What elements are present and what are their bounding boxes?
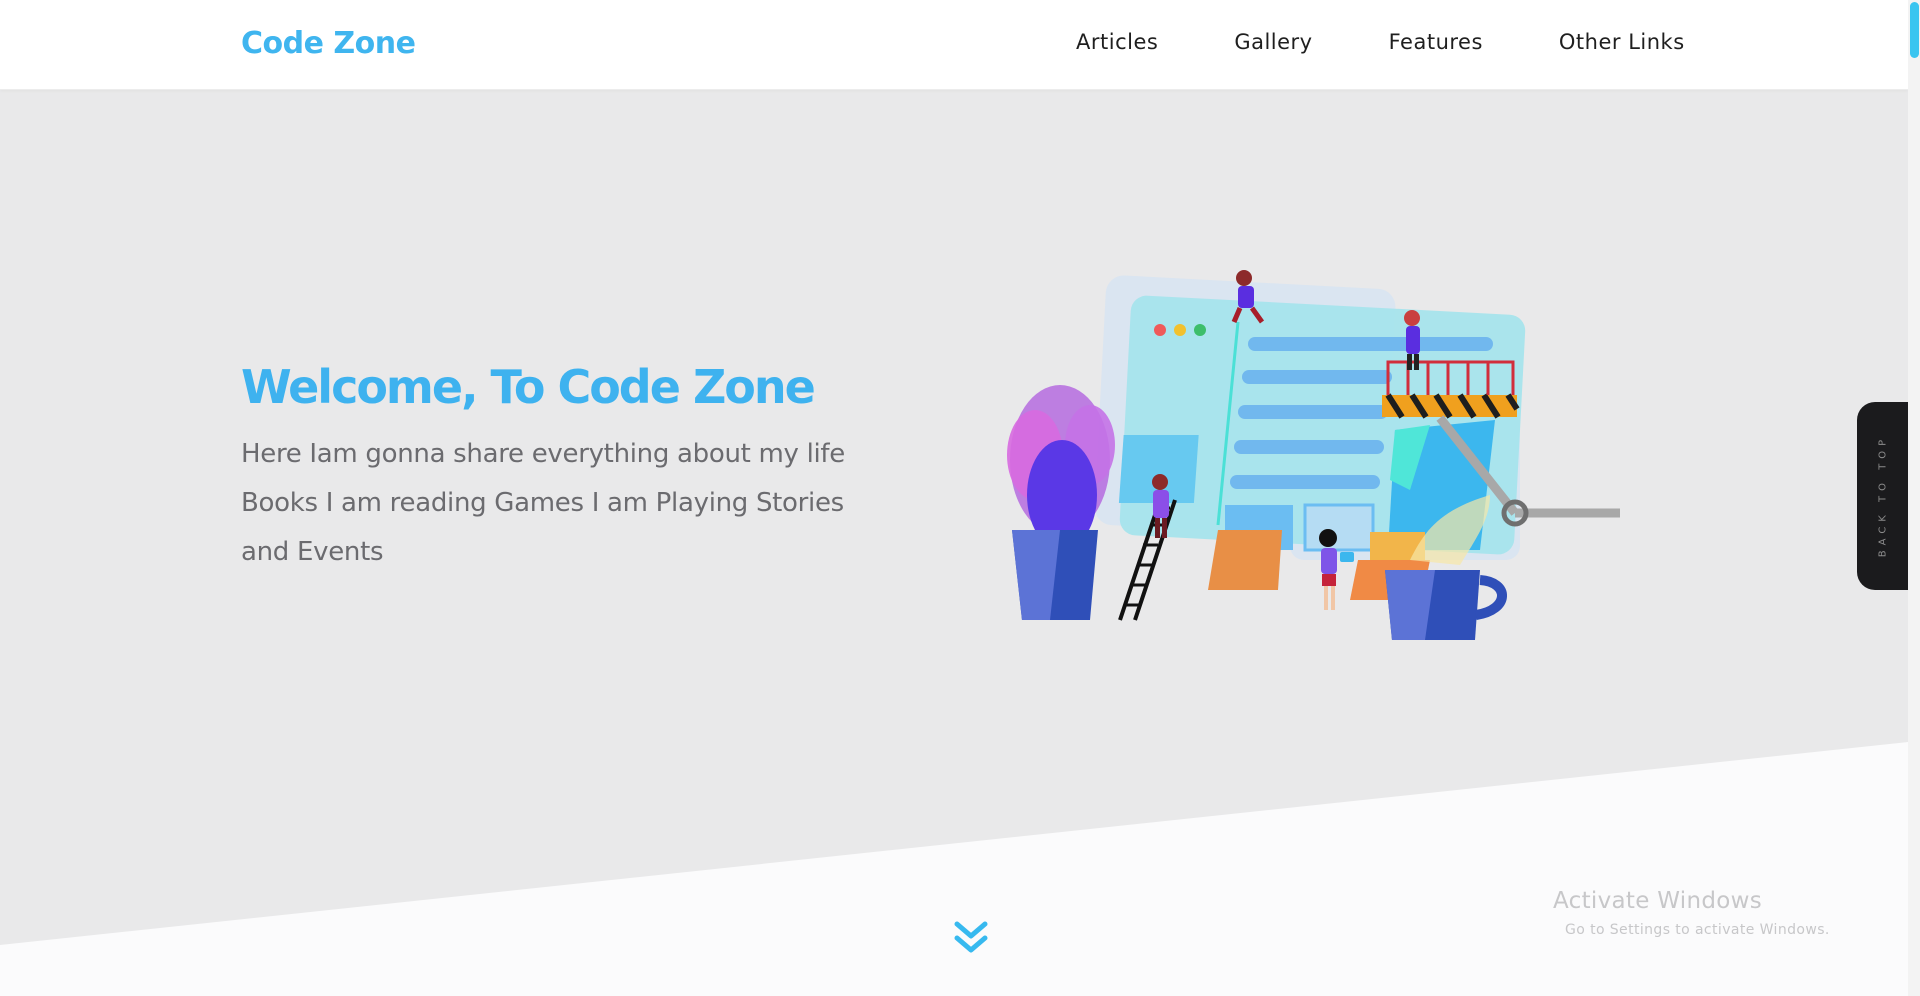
double-chevron-down-icon[interactable] [951,918,991,958]
hero-section: Welcome, To Code Zone Here Iam gonna sha… [0,90,1908,996]
watermark-title: Activate Windows [1553,888,1763,914]
site-header: Code Zone Articles Gallery Features Othe… [0,0,1908,90]
nav-item-articles[interactable]: Articles [1076,30,1158,54]
hero-title: Welcome, To Code Zone [241,360,816,414]
activate-windows-watermark: Activate Windows Go to Settings to activ… [1553,888,1830,938]
back-to-top-label: BACK TO TOP [1877,434,1888,558]
hero-description: Here Iam gonna share everything about my… [241,439,845,567]
watermark-subtitle: Go to Settings to activate Windows. [1565,922,1830,938]
page-scrollbar[interactable] [1908,0,1920,996]
site-logo[interactable]: Code Zone [241,26,416,61]
back-to-top-tab[interactable]: BACK TO TOP [1857,402,1908,590]
main-nav: Articles Gallery Features Other Links [1076,30,1685,54]
nav-item-other-links[interactable]: Other Links [1559,30,1685,54]
scrollbar-thumb[interactable] [1910,2,1919,58]
nav-item-gallery[interactable]: Gallery [1234,30,1312,54]
hero-illustration [1007,270,1620,640]
nav-item-features[interactable]: Features [1389,30,1483,54]
